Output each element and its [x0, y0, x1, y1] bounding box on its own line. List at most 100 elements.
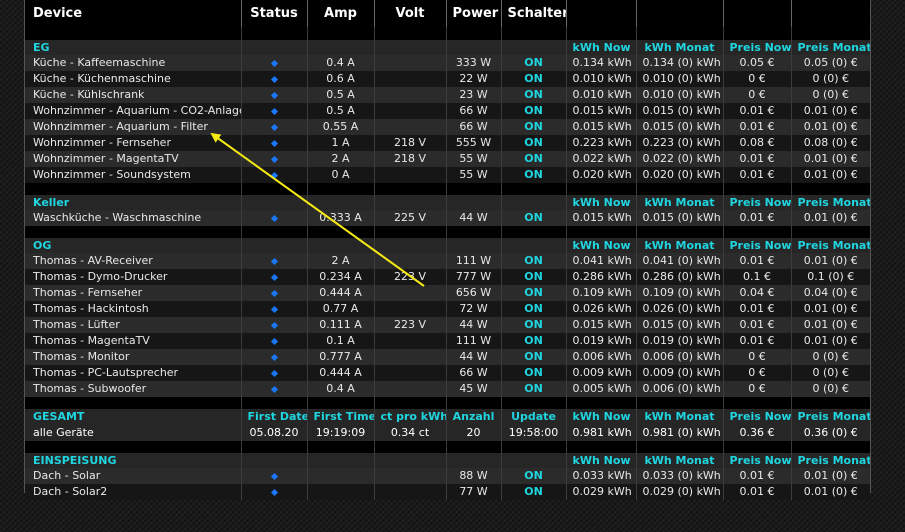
- switch-toggle[interactable]: ON: [501, 151, 567, 167]
- spacer-cell: [791, 441, 870, 453]
- table-row[interactable]: Wohnzimmer - Fernseher 1 A 218 V 555 W ON 0.2…: [25, 135, 870, 151]
- status-diamond-icon: [270, 59, 278, 67]
- table-row[interactable]: Wohnzimmer - Aquarium - Filter 0.55 A 66 W…: [25, 119, 870, 135]
- switch-toggle[interactable]: ON: [501, 135, 567, 151]
- table-row[interactable]: Thomas - PC-Lautsprecher 0.444 A 66 W ON 0.0…: [25, 365, 870, 381]
- section-title: Keller: [25, 195, 242, 210]
- section-col-label: Preis Now: [723, 238, 792, 253]
- spacer-cell: [723, 27, 792, 40]
- kwh-now-value: 0.029 kWh: [566, 484, 637, 500]
- kwh-now-value: 0.026 kWh: [566, 301, 637, 317]
- status-cell: [241, 167, 308, 183]
- table-row[interactable]: Wohnzimmer - MagentaTV 2 A 218 V 55 W ON 0.02…: [25, 151, 870, 167]
- table-row[interactable]: Dach - Solar2 77 W ON 0.029 kWh 0.029 (0) kW…: [25, 484, 870, 500]
- kwh-month-value: 0.223 (0) kWh: [636, 135, 724, 151]
- table-row[interactable]: Waschküche - Waschmaschine 0.333 A 225 V 44…: [25, 210, 870, 226]
- switch-toggle[interactable]: ON: [501, 381, 567, 397]
- price-month-value: 0.01 (0) €: [791, 103, 870, 119]
- empty-cell: [446, 40, 502, 55]
- spacer-cell: [636, 27, 724, 40]
- device-name: Dach - Solar: [25, 468, 242, 484]
- switch-toggle[interactable]: ON: [501, 301, 567, 317]
- switch-toggle[interactable]: ON: [501, 103, 567, 119]
- section-header-row: EG kWh Now kWh Monat Preis Now Preis Monat: [25, 40, 870, 55]
- table-row[interactable]: Thomas - AV-Receiver 2 A 111 W ON 0.041 kWh 0…: [25, 253, 870, 269]
- section-col-label: kWh Monat: [636, 40, 724, 55]
- spacer-cell: [374, 183, 447, 195]
- price-month-value: 0.01 (0) €: [791, 119, 870, 135]
- switch-toggle[interactable]: ON: [501, 269, 567, 285]
- kwh-month-value: 0.026 (0) kWh: [636, 301, 724, 317]
- section-title: EG: [25, 40, 242, 55]
- empty-cell: [374, 195, 447, 210]
- spacer-cell: [241, 226, 308, 238]
- table-row[interactable]: Thomas - Hackintosh 0.77 A 72 W ON 0.026 kWh…: [25, 301, 870, 317]
- empty-cell: [374, 453, 447, 468]
- price-now-value: 0.01 €: [723, 210, 792, 226]
- table-row[interactable]: Küche - Kaffeemaschine 0.4 A 333 W ON 0.134 …: [25, 55, 870, 71]
- spacer-cell: [446, 441, 502, 453]
- switch-toggle[interactable]: ON: [501, 468, 567, 484]
- power-value: 66 W: [446, 365, 502, 381]
- switch-toggle[interactable]: ON: [501, 71, 567, 87]
- table-row[interactable]: Wohnzimmer - Soundsystem 0 A 55 W ON 0.020 k…: [25, 167, 870, 183]
- volt-value: [374, 55, 447, 71]
- power-value: 77 W: [446, 484, 502, 500]
- total-label-row: GESAMT First Date First Time ct pro kWh Anza…: [25, 409, 870, 425]
- switch-toggle[interactable]: ON: [501, 87, 567, 103]
- switch-toggle[interactable]: ON: [501, 333, 567, 349]
- volt-value: [374, 285, 447, 301]
- volt-value: [374, 381, 447, 397]
- switch-toggle[interactable]: ON: [501, 349, 567, 365]
- table-row[interactable]: Thomas - Fernseher 0.444 A 656 W ON 0.109 kW…: [25, 285, 870, 301]
- switch-toggle[interactable]: ON: [501, 484, 567, 500]
- kwh-month-value: 0.020 (0) kWh: [636, 167, 724, 183]
- spacer-cell: [501, 441, 567, 453]
- status-diamond-icon: [270, 385, 278, 393]
- spacer-cell: [566, 226, 637, 238]
- switch-toggle[interactable]: ON: [501, 253, 567, 269]
- switch-toggle[interactable]: ON: [501, 167, 567, 183]
- table-row[interactable]: Thomas - Lüfter 0.111 A 223 V 44 W ON 0.015 k…: [25, 317, 870, 333]
- switch-toggle[interactable]: ON: [501, 119, 567, 135]
- device-name: Wohnzimmer - MagentaTV: [25, 151, 242, 167]
- spacer-row: [25, 27, 870, 40]
- total-name: alle Geräte: [25, 425, 242, 441]
- switch-toggle[interactable]: ON: [501, 285, 567, 301]
- section-col-label: Preis Now: [723, 195, 792, 210]
- price-now-value: 0.08 €: [723, 135, 792, 151]
- table-row[interactable]: Thomas - Monitor 0.777 A 44 W ON 0.006 kWh 0.…: [25, 349, 870, 365]
- device-name: Wohnzimmer - Aquarium - CO2-Anlage: [25, 103, 242, 119]
- table-row[interactable]: Wohnzimmer - Aquarium - CO2-Anlage 0.5 A 6…: [25, 103, 870, 119]
- switch-toggle[interactable]: ON: [501, 317, 567, 333]
- empty-cell: [374, 40, 447, 55]
- spacer-cell: [501, 397, 567, 409]
- price-now-value: 0 €: [723, 381, 792, 397]
- table-row[interactable]: Thomas - Subwoofer 0.4 A 45 W ON 0.005 kWh 0.…: [25, 381, 870, 397]
- price-month-value: 0 (0) €: [791, 349, 870, 365]
- spacer-cell: [307, 441, 375, 453]
- switch-toggle[interactable]: ON: [501, 55, 567, 71]
- amp-value: 0.5 A: [307, 87, 375, 103]
- spacer-cell: [307, 27, 375, 40]
- amp-value: 0.55 A: [307, 119, 375, 135]
- volt-value: 223 V: [374, 317, 447, 333]
- section-col-label: Preis Now: [723, 40, 792, 55]
- table-row[interactable]: Küche - Küchenmaschine 0.6 A 22 W ON 0.010 k…: [25, 71, 870, 87]
- table-row[interactable]: Dach - Solar 88 W ON 0.033 kWh 0.033 (0) kWh…: [25, 468, 870, 484]
- table-row[interactable]: Thomas - Dymo-Drucker 0.234 A 223 V 777 W ON…: [25, 269, 870, 285]
- status-cell: [241, 285, 308, 301]
- table-row[interactable]: Küche - Kühlschrank 0.5 A 23 W ON 0.010 kWh 0…: [25, 87, 870, 103]
- section-col-label: kWh Now: [566, 195, 637, 210]
- section-col-label: Preis Monat: [791, 453, 870, 468]
- switch-toggle[interactable]: ON: [501, 210, 567, 226]
- amp-value: 2 A: [307, 151, 375, 167]
- kwh-now-value: 0.010 kWh: [566, 87, 637, 103]
- switch-toggle[interactable]: ON: [501, 365, 567, 381]
- price-now-value: 0 €: [723, 71, 792, 87]
- spacer-cell: [723, 226, 792, 238]
- kwh-now-value: 0.286 kWh: [566, 269, 637, 285]
- amp-value: 2 A: [307, 253, 375, 269]
- volt-value: [374, 301, 447, 317]
- table-row[interactable]: Thomas - MagentaTV 0.1 A 111 W ON 0.019 kWh 0…: [25, 333, 870, 349]
